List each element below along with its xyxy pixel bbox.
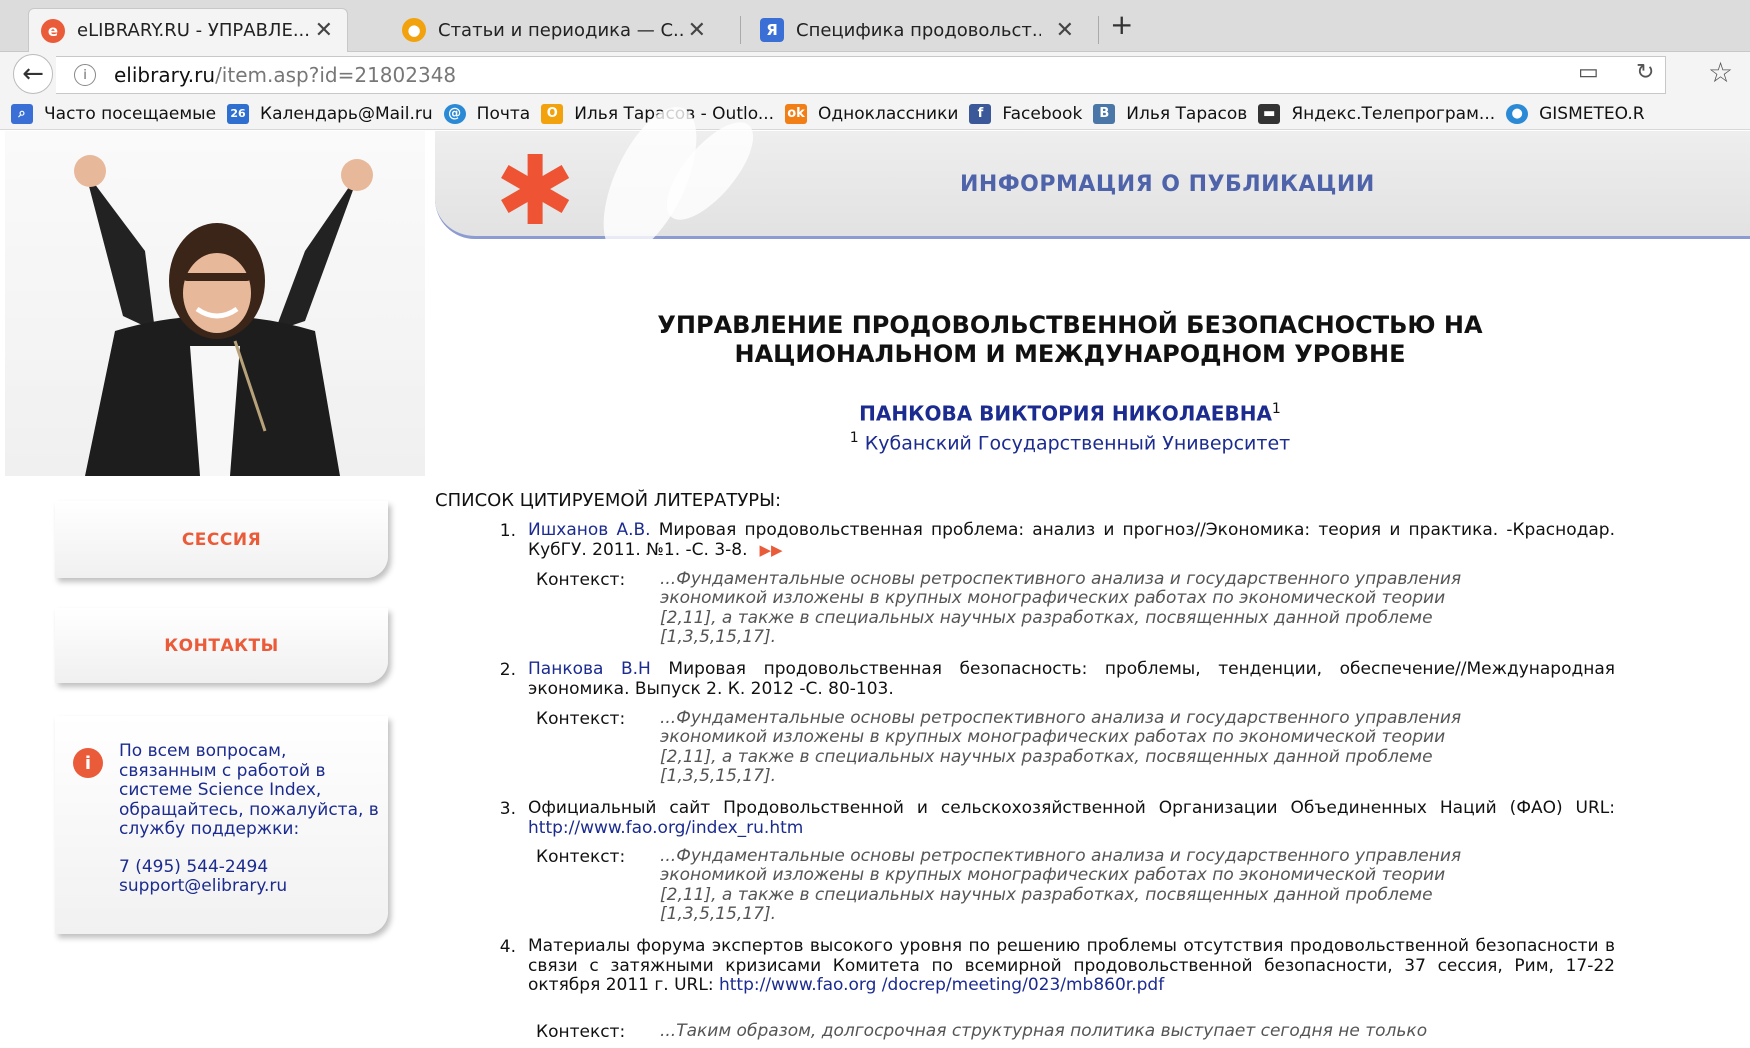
gismeteo-icon: ● — [1506, 103, 1529, 124]
document-icon: Я — [760, 18, 784, 42]
context-label: Контекст: — [536, 709, 626, 729]
odnoklassniki-icon: ok — [785, 103, 808, 124]
context-text: ...Таким образом, долгосрочная структурн… — [660, 1021, 1428, 1041]
bookmarks-bar: ⌕ Часто посещаемые 26 Календарь@Mail.ru @ П… — [0, 98, 1750, 130]
tab-elibrary[interactable]: e eLIBRARY.RU - УПРАВЛЕ... ✕ — [28, 8, 348, 52]
asterisk-logo-icon: ✱ — [495, 135, 576, 247]
vk-icon: B — [1093, 103, 1116, 124]
tab-bar: e eLIBRARY.RU - УПРАВЛЕ... ✕ ● Статьи и … — [0, 0, 1750, 52]
elibrary-icon: e — [41, 18, 65, 43]
reference-text: Панкова В.Н Мировая продовольственная бе… — [528, 659, 1615, 699]
bookmark-mail[interactable]: @ Почта — [443, 103, 530, 124]
arrow-left-icon: ← — [22, 59, 44, 89]
tab-label: Статьи и периодика — С... — [438, 19, 683, 41]
support-email[interactable]: support@elibrary.ru — [119, 876, 287, 896]
facebook-icon: f — [969, 103, 992, 124]
affiliation[interactable]: 1 Кубанский Государственный Университет — [555, 430, 1585, 454]
back-button[interactable]: ← — [13, 54, 53, 94]
info-icon: i — [73, 748, 103, 778]
header-banner: ✱ ИНФОРМАЦИЯ О ПУБЛИКАЦИИ — [435, 93, 1750, 269]
tab-articles[interactable]: ● Статьи и периодика — С... ✕ — [390, 8, 720, 52]
nav-bar: ← i elibrary.ru/item.asp?id=21802348 ▭ ↻… — [0, 52, 1750, 98]
support-text: По всем вопросам, связанным с работой в … — [119, 741, 379, 839]
context-text: ...Фундаментальные основы ретроспективно… — [660, 708, 1462, 786]
reference-author-link[interactable]: Панкова В.Н — [528, 659, 651, 679]
reference-text: Ишханов А.В. Мировая продовольственная п… — [528, 520, 1615, 560]
support-phone[interactable]: 7 (495) 544-2494 — [119, 857, 268, 877]
info-icon[interactable]: i — [74, 64, 96, 86]
outlook-icon: O — [541, 103, 564, 124]
bookmark-calendar[interactable]: 26 Календарь@Mail.ru — [227, 103, 433, 124]
page-title: ИНФОРМАЦИЯ О ПУБЛИКАЦИИ — [960, 172, 1375, 197]
double-arrow-icon[interactable]: ▶▶ — [760, 541, 783, 559]
globe-icon: ● — [402, 18, 426, 42]
reference-text: Официальный сайт Продовольственной и сел… — [528, 798, 1615, 838]
hero-photo — [5, 131, 425, 476]
calendar-icon: 26 — [227, 103, 250, 124]
context-label: Контекст: — [536, 1022, 626, 1042]
tab-label: eLIBRARY.RU - УПРАВЛЕ... — [77, 20, 310, 41]
reload-icon[interactable]: ↻ — [1636, 60, 1654, 85]
reference-text: Материалы форума экспертов высокого уров… — [528, 936, 1615, 995]
bookmark-tv[interactable]: ▬ Яндекс.Телепрограм... — [1258, 103, 1495, 124]
author-name[interactable]: ПАНКОВА ВИКТОРИЯ НИКОЛАЕВНА1 — [555, 401, 1585, 426]
address-bar[interactable]: i elibrary.ru/item.asp?id=21802348 — [56, 56, 1666, 94]
close-icon[interactable]: ✕ — [688, 18, 706, 43]
reference-url-link[interactable]: http://www.fao.org/index_ru.htm — [528, 818, 803, 838]
context-text: ...Фундаментальные основы ретроспективно… — [660, 846, 1462, 924]
celebrating-woman-image — [74, 155, 373, 476]
context-text: ...Фундаментальные основы ретроспективно… — [660, 569, 1462, 647]
bookmark-gismeteo[interactable]: ● GISMETEO.R — [1506, 103, 1645, 124]
frequent-icon: ⌕ — [11, 103, 33, 124]
url-host: elibrary.ru — [114, 63, 216, 87]
context-label: Контекст: — [536, 570, 626, 590]
bookmark-odnoklassniki[interactable]: ok Одноклассники — [785, 103, 958, 124]
publication-title: УПРАВЛЕНИЕ ПРОДОВОЛЬСТВЕННОЙ БЕЗОПАСНОСТ… — [657, 311, 1483, 368]
url-path: /item.asp?id=21802348 — [215, 63, 457, 87]
references-heading: СПИСОК ЦИТИРУЕМОЙ ЛИТЕРАТУРЫ: — [435, 490, 782, 511]
session-button[interactable]: СЕССИЯ — [55, 501, 388, 578]
support-box: i По всем вопросам, связанным с работой … — [55, 716, 388, 934]
close-icon[interactable]: ✕ — [1056, 18, 1074, 43]
reference-url-link[interactable]: http://www.fao.org /docrep/meeting/023/m… — [719, 975, 1164, 995]
tab-specifics[interactable]: Я Специфика продовольст... ✕ — [748, 8, 1088, 52]
contacts-button[interactable]: КОНТАКТЫ — [55, 608, 388, 683]
tab-label: Специфика продовольст... — [796, 19, 1041, 41]
browser-window: e eLIBRARY.RU - УПРАВЛЕ... ✕ ● Статьи и … — [0, 0, 1750, 1048]
close-icon[interactable]: ✕ — [315, 18, 333, 43]
context-label: Контекст: — [536, 847, 626, 867]
bookmark-frequent[interactable]: ⌕ Часто посещаемые — [11, 103, 216, 124]
bookmark-star-icon[interactable]: ☆ — [1708, 56, 1733, 89]
new-tab-button[interactable]: + — [1110, 8, 1133, 41]
reader-view-icon[interactable]: ▭ — [1578, 60, 1599, 85]
bookmark-facebook[interactable]: f Facebook — [969, 103, 1082, 124]
mail-icon: @ — [443, 103, 466, 124]
reference-author-link[interactable]: Ишханов А.В. — [528, 520, 651, 540]
bookmark-vk[interactable]: B Илья Тарасов — [1093, 103, 1247, 124]
page-content: ✱ ИНФОРМАЦИЯ О ПУБЛИКАЦИИ УПРАВЛЕНИЕ ПРО… — [0, 93, 1750, 1048]
tv-icon: ▬ — [1258, 103, 1281, 124]
